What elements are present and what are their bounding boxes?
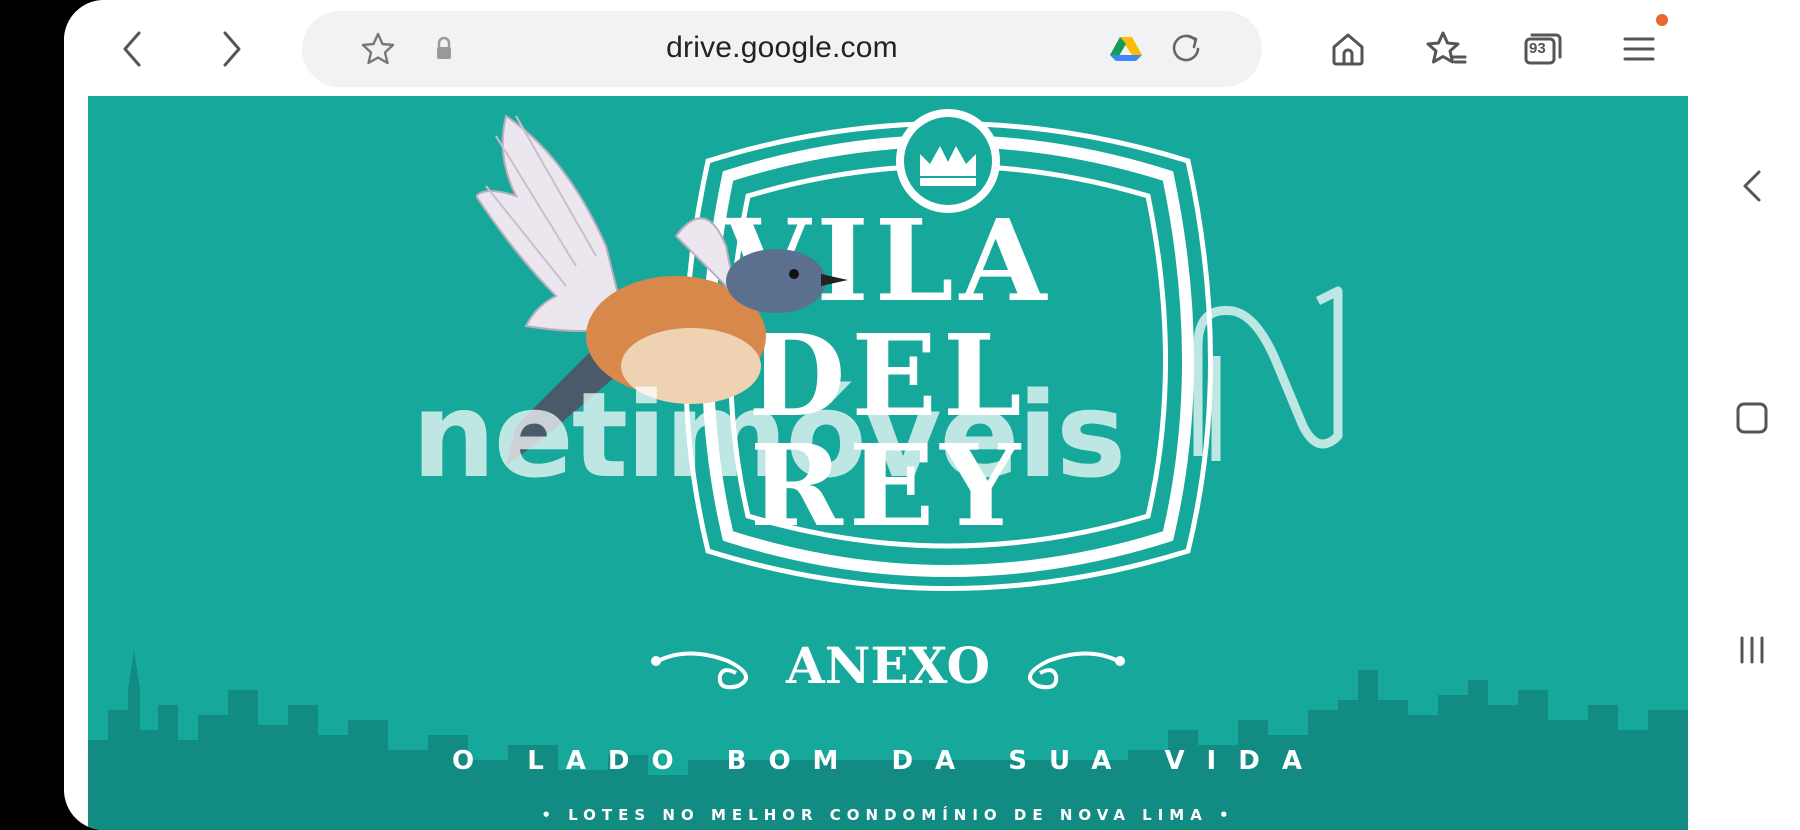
hamburger-menu-icon <box>1623 37 1655 61</box>
back-button[interactable] <box>106 22 160 76</box>
chevron-left-icon <box>1743 170 1761 202</box>
google-drive-icon[interactable] <box>1108 31 1144 67</box>
favorites-button[interactable] <box>1418 22 1472 76</box>
system-recents-button[interactable] <box>1722 620 1782 680</box>
web-content: VILA DEL REY ANEXO O LADO BOM DA SUA VID… <box>88 96 1688 830</box>
subline: • LOTES NO MELHOR CONDOMÍNIO DE NOVA LIM… <box>541 806 1235 824</box>
chevron-right-icon <box>223 31 241 67</box>
address-bar[interactable]: drive.google.com <box>302 11 1262 87</box>
menu-button[interactable] <box>1612 14 1668 76</box>
forward-button[interactable] <box>204 22 258 76</box>
netimoveis-watermark: netimóveis <box>411 366 1127 504</box>
chevron-left-icon <box>123 31 141 67</box>
home-button[interactable] <box>1321 22 1375 76</box>
system-navigation-bar <box>1704 0 1800 830</box>
star-list-icon <box>1426 31 1467 64</box>
tabs-button[interactable]: 93 <box>1515 22 1569 76</box>
reload-icon[interactable] <box>1168 31 1204 67</box>
netimoveis-logo-mark <box>1193 286 1343 461</box>
browser-toolbar: drive.google.com 93 <box>64 0 1704 96</box>
notification-dot <box>1656 14 1668 26</box>
tab-count: 93 <box>1529 40 1546 57</box>
system-back-button[interactable] <box>1722 156 1782 216</box>
system-home-button[interactable] <box>1722 388 1782 448</box>
home-icon <box>1332 33 1364 66</box>
brand-line-vila: VILA <box>723 196 1053 327</box>
recents-icon <box>1740 636 1764 664</box>
browser-window: drive.google.com 93 VILA DEL REY ANEXO O… <box>64 0 1704 830</box>
anexo-label: ANEXO <box>785 636 991 695</box>
tagline: O LADO BOM DA SUA VIDA <box>452 746 1324 776</box>
square-home-icon <box>1736 402 1768 434</box>
